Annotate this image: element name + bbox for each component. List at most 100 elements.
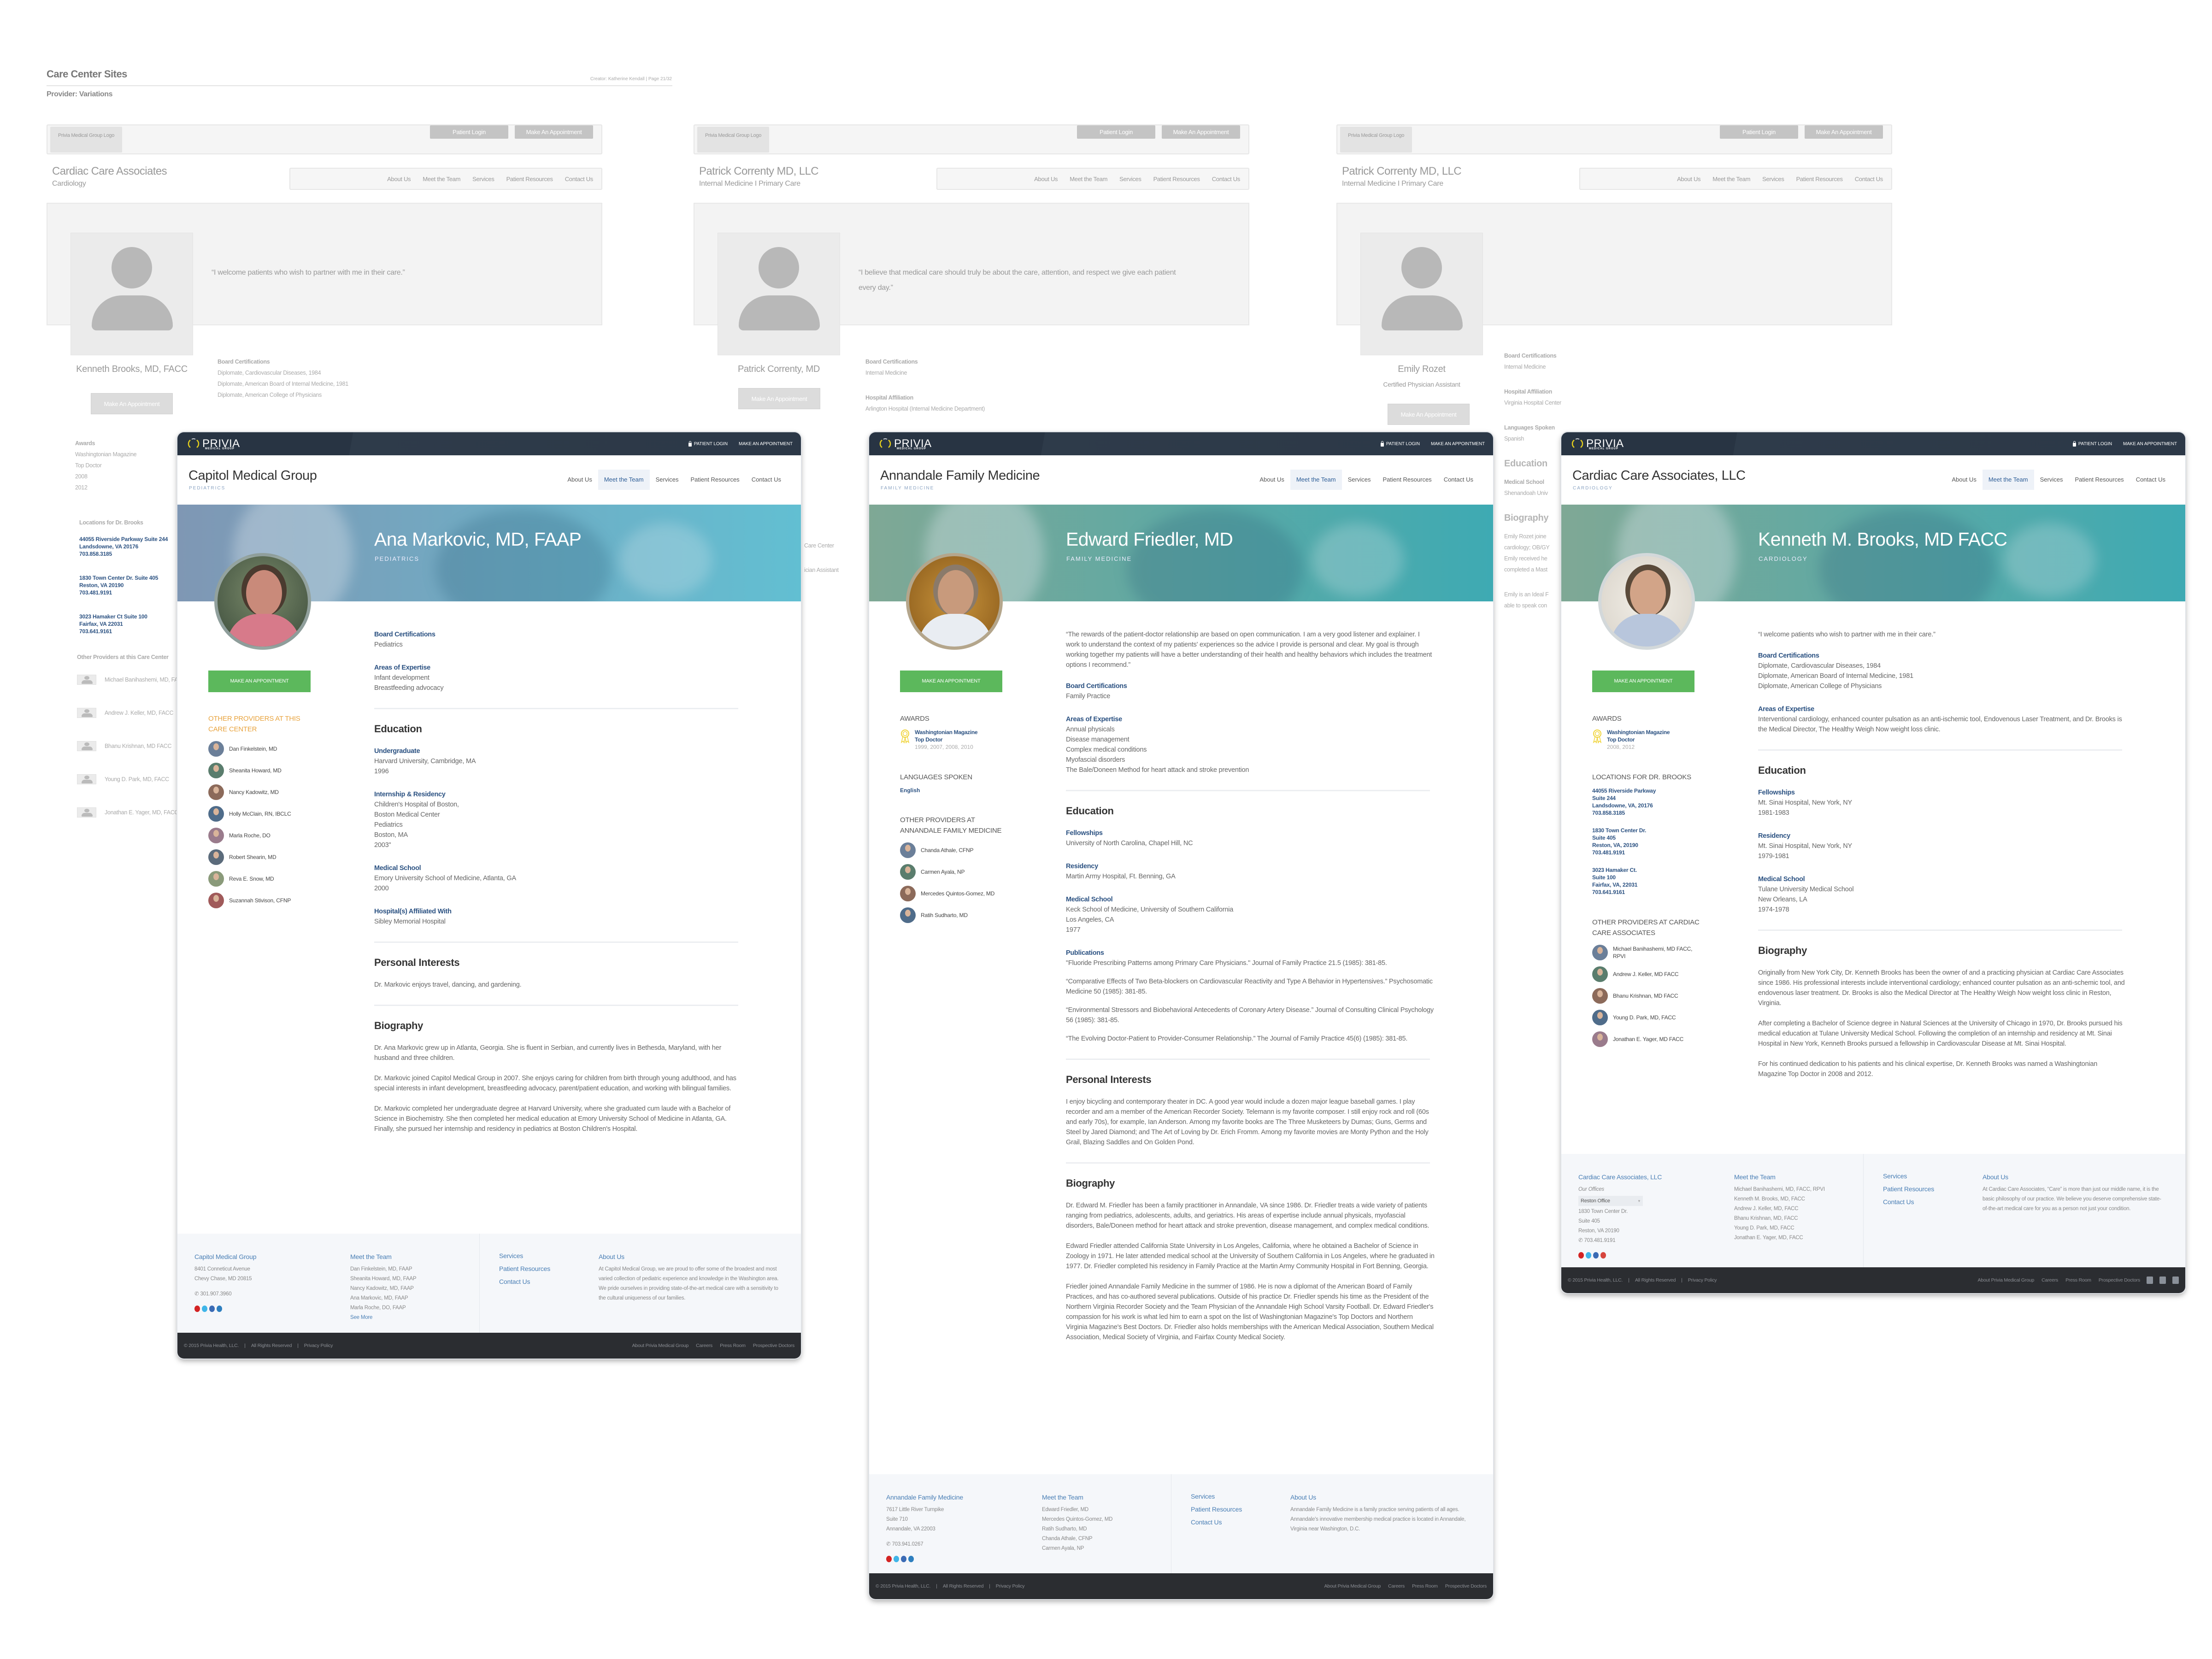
provider-link[interactable]: Jonathan E. Yager, MD FACC xyxy=(1592,1031,1703,1047)
nav-services[interactable]: Services xyxy=(1342,470,1377,490)
team-member-link[interactable]: Edward Friedler, MD xyxy=(1042,1505,1162,1515)
yelp-icon[interactable] xyxy=(194,1306,200,1312)
footer-corporate-link[interactable]: Careers xyxy=(1388,1583,1405,1589)
google-plus-icon[interactable] xyxy=(1600,1252,1606,1259)
award-name[interactable]: Top Doctor xyxy=(915,736,977,743)
team-member-link[interactable]: Mercedes Quintos-Gomez, MD xyxy=(1042,1515,1162,1524)
nav-meet-the-team[interactable]: Meet the Team xyxy=(598,470,650,490)
footer-link[interactable]: Services xyxy=(1191,1490,1274,1503)
make-appointment-link[interactable]: MAKE AN APPOINTMENT xyxy=(739,441,793,447)
make-appointment-button[interactable]: Make An Appointment xyxy=(91,393,173,414)
footer-link[interactable]: Contact Us xyxy=(499,1275,582,1288)
nav-item[interactable]: Services xyxy=(1119,176,1141,182)
footer-link[interactable]: Patient Resources xyxy=(1883,1182,1966,1195)
make-appointment-link[interactable]: MAKE AN APPOINTMENT xyxy=(2123,441,2177,447)
phone-number[interactable]: ✆ 301.907.3960 xyxy=(194,1289,324,1299)
footer-link[interactable]: Contact Us xyxy=(1883,1195,1966,1208)
footer-corporate-link[interactable]: Prospective Doctors xyxy=(1445,1583,1487,1589)
provider-link[interactable]: Chanda Athale, CFNP xyxy=(900,842,1011,858)
phone-number[interactable]: ✆ 703.481.9191 xyxy=(1578,1236,1707,1246)
facebook-icon[interactable] xyxy=(901,1556,906,1562)
twitter-icon[interactable] xyxy=(894,1556,899,1562)
footer-site-name[interactable]: Cardiac Care Associates, LLC xyxy=(1578,1172,1707,1182)
team-member-link[interactable]: Young D. Park, MD, FACC xyxy=(1734,1224,1854,1233)
footer-corporate-link[interactable]: Prospective Doctors xyxy=(753,1343,794,1348)
nav-item[interactable]: Meet the Team xyxy=(1712,176,1750,182)
nav-item[interactable]: Meet the Team xyxy=(423,176,460,182)
footer-team-title[interactable]: Meet the Team xyxy=(350,1252,470,1262)
nav-contact-us[interactable]: Contact Us xyxy=(1438,470,1479,490)
google-plus-icon[interactable] xyxy=(2172,1277,2179,1284)
patient-login-button[interactable]: Patient Login xyxy=(430,125,508,139)
privacy-policy-link[interactable]: Privacy Policy xyxy=(304,1343,333,1348)
make-appointment-button[interactable]: Make An Appointment xyxy=(1388,404,1470,425)
nav-item[interactable]: Patient Resources xyxy=(506,176,553,182)
nav-item[interactable]: About Us xyxy=(387,176,411,182)
nav-about-us[interactable]: About Us xyxy=(1253,470,1290,490)
nav-item[interactable]: About Us xyxy=(1034,176,1058,182)
team-member-link[interactable]: Ratih Sudharto, MD xyxy=(1042,1524,1162,1534)
team-member-link[interactable]: Nancy Kadowitz, MD, FAAP xyxy=(350,1284,470,1294)
footer-corporate-link[interactable]: Careers xyxy=(2041,1277,2058,1283)
team-member-link[interactable]: Kenneth M. Brooks, MD, FACC xyxy=(1734,1194,1854,1204)
nav-item[interactable]: About Us xyxy=(1677,176,1700,182)
footer-corporate-link[interactable]: Press Room xyxy=(720,1343,746,1348)
provider-link[interactable]: Nancy Kadowitz, MD xyxy=(208,784,319,800)
team-member-link[interactable]: Jonathan E. Yager, MD, FACC xyxy=(1734,1233,1854,1243)
footer-site-name[interactable]: Capitol Medical Group xyxy=(194,1252,324,1262)
provider-link[interactable]: Michael Banihashemi, MD FACC, RPVI xyxy=(1592,945,1703,960)
privia-logo[interactable]: PRIVIA MEDICAL GROUP xyxy=(879,435,932,453)
facebook-icon[interactable] xyxy=(209,1306,215,1312)
footer-link[interactable]: Services xyxy=(1883,1170,1966,1182)
team-member-link[interactable]: Chanda Athale, CFNP xyxy=(1042,1534,1162,1544)
provider-link[interactable]: Robert Shearin, MD xyxy=(208,849,319,865)
nav-item[interactable]: Contact Us xyxy=(1855,176,1883,182)
twitter-icon[interactable] xyxy=(1586,1252,1591,1259)
footer-about-title[interactable]: About Us xyxy=(1290,1493,1475,1502)
nav-item[interactable]: Services xyxy=(472,176,494,182)
provider-link[interactable]: Holly McClain, RN, IBCLC xyxy=(208,806,319,822)
twitter-icon[interactable] xyxy=(202,1306,207,1312)
footer-corporate-link[interactable]: About Privia Medical Group xyxy=(1324,1583,1381,1589)
nav-patient-resources[interactable]: Patient Resources xyxy=(2069,470,2130,490)
nav-item[interactable]: Contact Us xyxy=(1212,176,1241,182)
footer-team-title[interactable]: Meet the Team xyxy=(1734,1172,1854,1182)
team-member-link[interactable]: Bhanu Krishnan, MD, FACC xyxy=(1734,1214,1854,1224)
footer-about-title[interactable]: About Us xyxy=(1983,1172,2167,1182)
make-appointment-button[interactable]: Make An Appointment xyxy=(738,388,820,409)
location-item[interactable]: 1830 Town Center Dr. Suite 405 Reston, VA,… xyxy=(1592,827,1703,856)
make-appointment-button[interactable]: MAKE AN APPOINTMENT xyxy=(1592,671,1694,692)
linkedin-icon[interactable] xyxy=(908,1556,914,1562)
nav-item[interactable]: Meet the Team xyxy=(1070,176,1107,182)
phone-number[interactable]: ✆ 703.941.0267 xyxy=(886,1540,1015,1549)
award-name[interactable]: Washingtonian Magazine xyxy=(915,729,978,736)
footer-link[interactable]: Contact Us xyxy=(1191,1516,1274,1529)
nav-about-us[interactable]: About Us xyxy=(561,470,598,490)
privacy-policy-link[interactable]: Privacy Policy xyxy=(996,1583,1025,1589)
facebook-icon[interactable] xyxy=(2159,1277,2166,1284)
privacy-policy-link[interactable]: Privacy Policy xyxy=(1688,1277,1717,1283)
patient-login-link[interactable]: PATIENT LOGIN xyxy=(2072,441,2112,447)
team-member-link[interactable]: Dan Finkelstein, MD, FAAP xyxy=(350,1265,470,1274)
make-appointment-button[interactable]: Make An Appointment xyxy=(515,125,593,139)
site-name[interactable]: Annandale Family Medicine xyxy=(880,468,1040,483)
facebook-icon[interactable] xyxy=(1593,1252,1599,1259)
footer-corporate-link[interactable]: About Privia Medical Group xyxy=(632,1343,689,1348)
provider-link[interactable]: Young D. Park, MD, FACC xyxy=(1592,1010,1703,1025)
nav-item[interactable]: Patient Resources xyxy=(1153,176,1200,182)
make-appointment-button[interactable]: Make An Appointment xyxy=(1162,125,1240,139)
footer-link[interactable]: Services xyxy=(499,1249,582,1262)
make-appointment-link[interactable]: MAKE AN APPOINTMENT xyxy=(1431,441,1485,447)
award-name[interactable]: Washingtonian Magazine xyxy=(1607,729,1670,736)
nav-services[interactable]: Services xyxy=(650,470,685,490)
footer-corporate-link[interactable]: Prospective Doctors xyxy=(2099,1277,2140,1283)
privia-logo[interactable]: PRIVIA MEDICAL GROUP xyxy=(1571,435,1624,453)
nav-meet-the-team[interactable]: Meet the Team xyxy=(1290,470,1342,490)
nav-meet-the-team[interactable]: Meet the Team xyxy=(1982,470,2034,490)
provider-link[interactable]: Marla Roche, DO xyxy=(208,828,319,843)
nav-item[interactable]: Patient Resources xyxy=(1796,176,1843,182)
team-member-link[interactable]: Marla Roche, DO, FAAP xyxy=(350,1303,470,1313)
nav-contact-us[interactable]: Contact Us xyxy=(746,470,787,490)
footer-corporate-link[interactable]: Press Room xyxy=(1412,1583,1438,1589)
provider-link[interactable]: Ratih Sudharto, MD xyxy=(900,907,1011,923)
